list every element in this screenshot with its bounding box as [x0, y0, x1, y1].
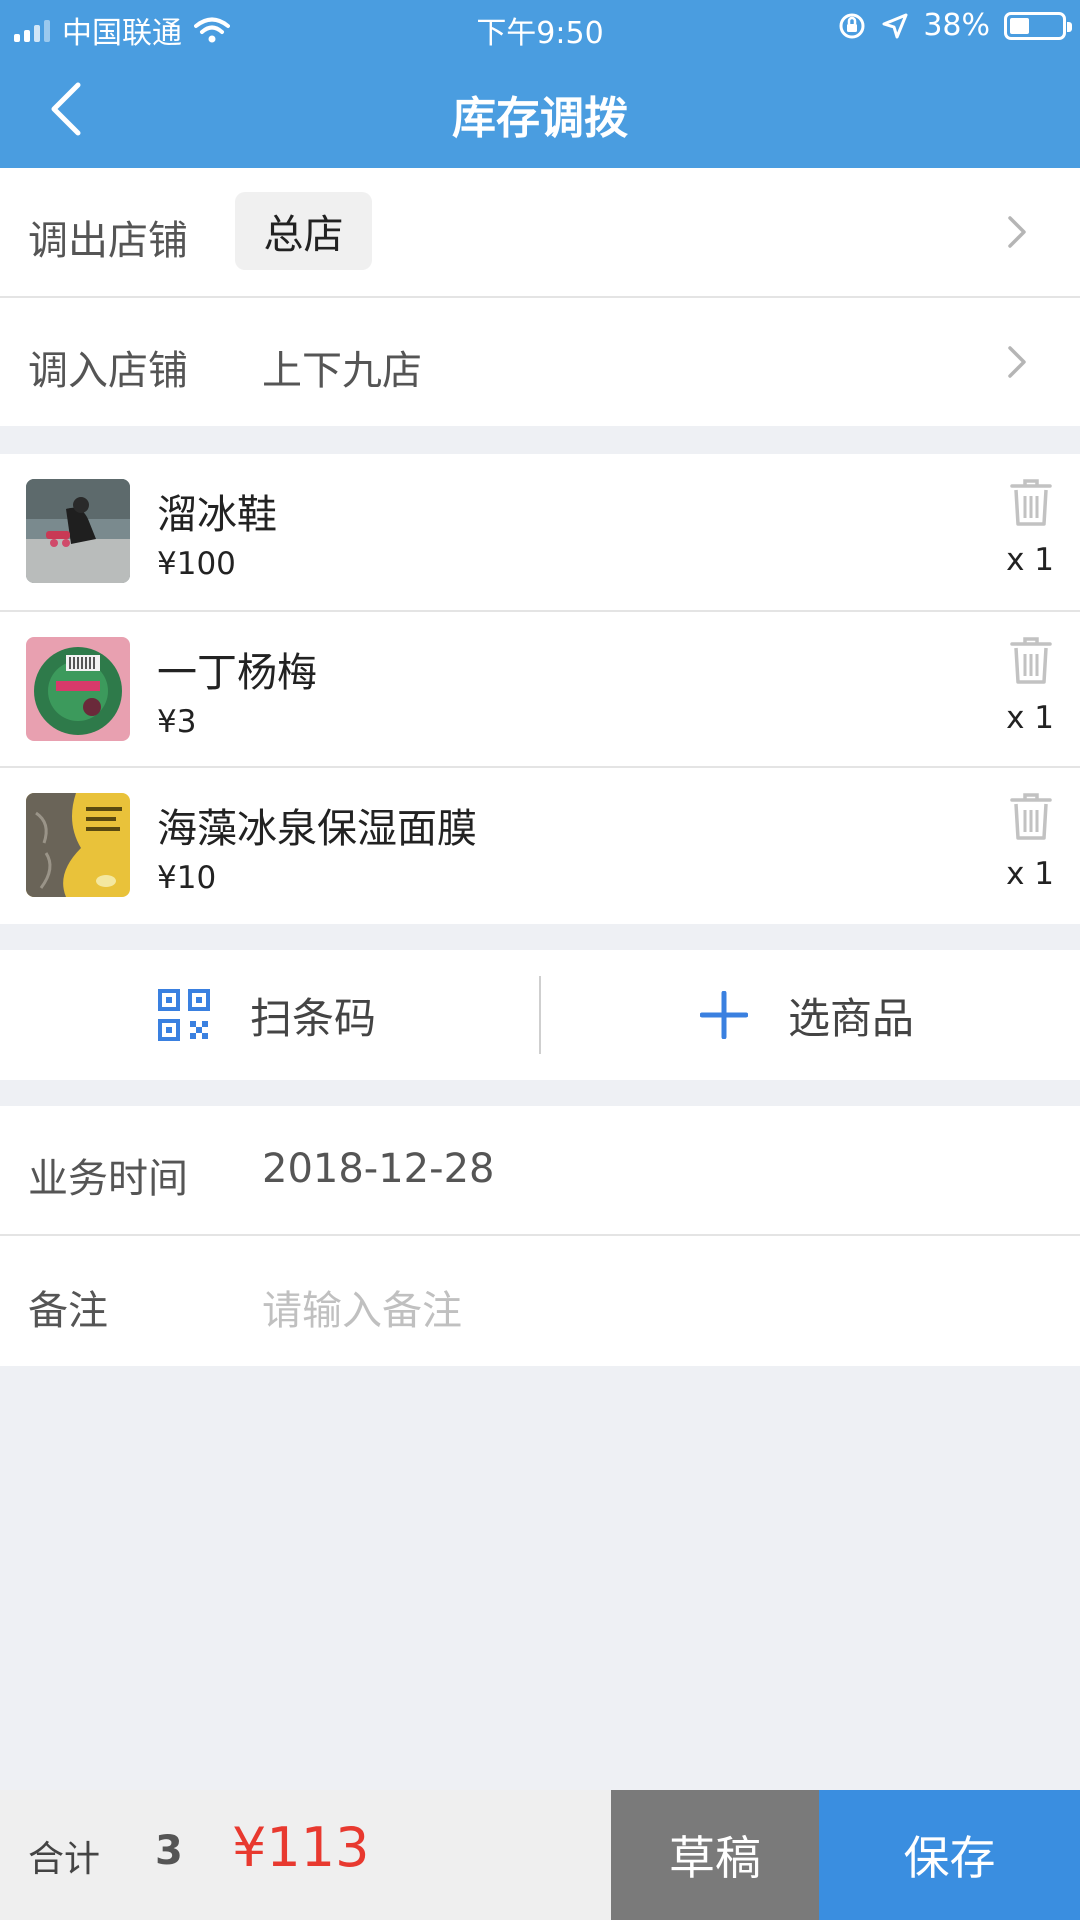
product-price: ¥100 — [157, 546, 236, 582]
trash-icon[interactable] — [1008, 634, 1054, 686]
product-thumbnail — [26, 793, 130, 897]
divider — [539, 976, 541, 1054]
item-count: 3 — [155, 1828, 183, 1874]
status-right: 38% — [837, 8, 1072, 43]
to-store-value: 上下九店 — [262, 348, 422, 394]
scan-barcode-button[interactable]: 扫条码 — [158, 950, 376, 1080]
product-quantity: x 1 — [1006, 856, 1054, 892]
product-name: 一丁杨梅 — [157, 650, 317, 696]
product-name: 溜冰鞋 — [157, 492, 277, 538]
product-item[interactable]: 海藻冰泉保湿面膜 ¥10 x 1 — [0, 768, 1080, 924]
business-time-label: 业务时间 — [28, 1156, 188, 1202]
product-thumbnail — [26, 637, 130, 741]
product-quantity: x 1 — [1006, 542, 1054, 578]
qr-code-icon — [158, 989, 210, 1041]
page-title: 库存调拨 — [452, 93, 628, 144]
to-store-label: 调入店铺 — [28, 348, 188, 394]
from-store-label: 调出店铺 — [28, 218, 188, 264]
to-store-row[interactable]: 调入店铺 上下九店 — [0, 298, 1080, 426]
scan-barcode-label: 扫条码 — [250, 993, 377, 1043]
business-time-row[interactable]: 业务时间 2018-12-28 — [0, 1106, 1080, 1234]
save-button[interactable]: 保存 — [819, 1790, 1080, 1920]
product-price: ¥10 — [157, 860, 217, 896]
nav-bar: 库存调拨 — [0, 56, 1080, 168]
business-time-value: 2018-12-28 — [262, 1146, 495, 1192]
product-item[interactable]: 一丁杨梅 ¥3 x 1 — [0, 612, 1080, 768]
select-product-button[interactable]: 选商品 — [700, 950, 914, 1080]
total-label: 合计 — [28, 1839, 101, 1880]
rotation-lock-icon — [839, 13, 865, 38]
battery-icon — [1004, 11, 1072, 40]
from-store-row[interactable]: 调出店铺 总店 — [0, 168, 1080, 296]
battery-percent: 38% — [923, 8, 990, 43]
trash-icon[interactable] — [1008, 476, 1054, 528]
plus-icon — [700, 991, 748, 1039]
product-name: 海藻冰泉保湿面膜 — [157, 806, 477, 852]
from-store-value: 总店 — [235, 192, 372, 270]
remark-input[interactable]: 请输入备注 — [262, 1278, 462, 1336]
status-bar: 中国联通 下午9:50 38% — [0, 0, 1080, 56]
chevron-right-icon — [1008, 346, 1026, 378]
trash-icon[interactable] — [1008, 790, 1054, 842]
chevron-right-icon — [1008, 216, 1026, 248]
select-product-label: 选商品 — [788, 993, 915, 1043]
location-arrow-icon — [882, 13, 908, 38]
total-amount: ¥113 — [232, 1816, 370, 1879]
product-quantity: x 1 — [1006, 700, 1054, 736]
product-price: ¥3 — [157, 704, 197, 740]
draft-button[interactable]: 草稿 — [611, 1790, 819, 1920]
action-bar: 扫条码 选商品 — [0, 950, 1080, 1080]
top-bar: 中国联通 下午9:50 38% 库存调拨 — [0, 0, 1080, 168]
product-item[interactable]: 溜冰鞋 ¥100 x 1 — [0, 454, 1080, 610]
remark-row: 备注 请输入备注 — [0, 1236, 1080, 1366]
product-thumbnail — [26, 479, 130, 583]
remark-label: 备注 — [28, 1288, 108, 1334]
footer-bar: 合计 3 ¥113 草稿 保存 — [0, 1790, 1080, 1920]
